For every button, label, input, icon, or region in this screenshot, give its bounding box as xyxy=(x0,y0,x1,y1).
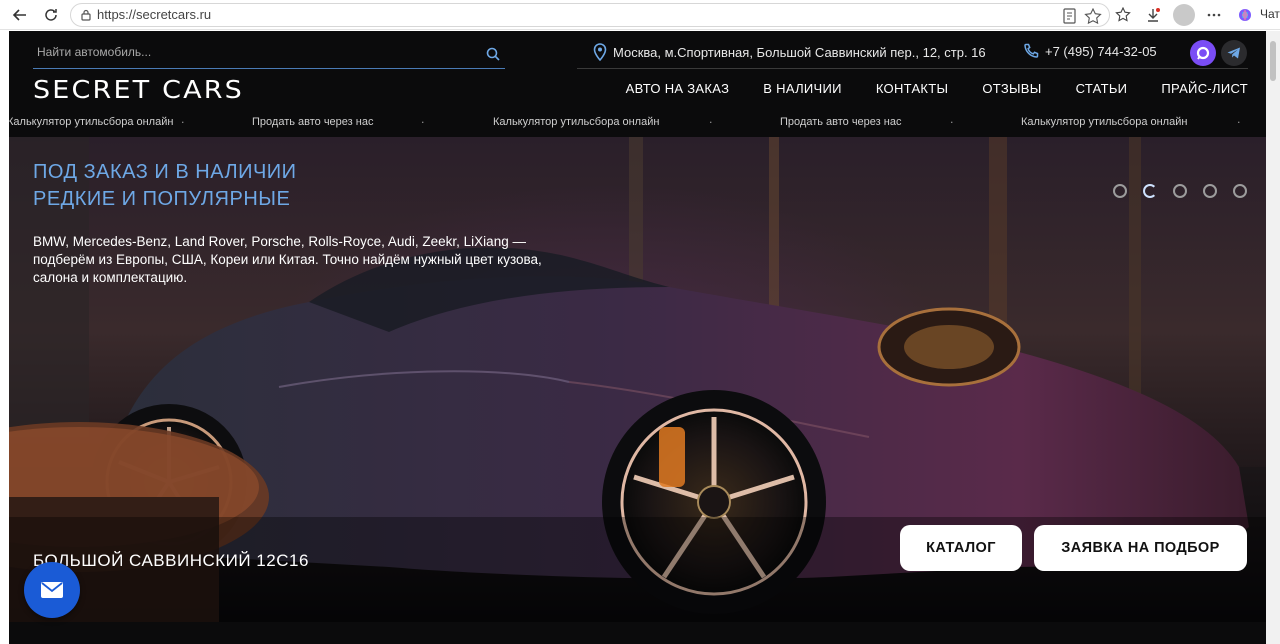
menu-item-reviews[interactable]: ОТЗЫВЫ xyxy=(982,81,1041,96)
lock-icon[interactable] xyxy=(79,8,93,22)
page-scrollbar[interactable] xyxy=(1266,31,1280,644)
phone-number[interactable]: +7 (495) 744-32-05 xyxy=(1045,44,1157,59)
header-phone[interactable]: +7 (495) 744-32-05 xyxy=(1023,43,1157,59)
ticker-separator: · xyxy=(1237,116,1241,129)
header-divider xyxy=(577,68,1248,69)
hero-slider: ПОД ЗАКАЗ И В НАЛИЧИИ РЕДКИЕ И ПОПУЛЯРНЫ… xyxy=(9,137,1266,622)
hero-title-line-2: РЕДКИЕ И ПОПУЛЯРНЫЕ xyxy=(33,188,291,210)
slider-dot[interactable] xyxy=(1233,184,1247,198)
menu-item-price-list[interactable]: ПРАЙС-ЛИСТ xyxy=(1161,81,1248,96)
hero-title: ПОД ЗАКАЗ И В НАЛИЧИИ РЕДКИЕ И ПОПУЛЯРНЫ… xyxy=(33,159,297,213)
telegram-icon[interactable] xyxy=(1221,40,1247,66)
address-bar[interactable]: https://secretcars.ru xyxy=(70,3,1110,27)
url-text[interactable]: https://secretcars.ru xyxy=(97,7,211,22)
menu-item-articles[interactable]: СТАТЬИ xyxy=(1076,81,1128,96)
request-selection-button[interactable]: ЗАЯВКА НА ПОДБОР xyxy=(1034,525,1247,571)
downloads-icon[interactable] xyxy=(1143,5,1163,25)
favorite-star-icon[interactable] xyxy=(1084,8,1102,24)
browser-toolbar: https://secretcars.ru Чат xyxy=(0,0,1280,30)
promo-ticker: Калькулятор утильсбора онлайн · Продать … xyxy=(9,114,1266,136)
slider-dot[interactable] xyxy=(1113,184,1127,198)
reader-view-icon[interactable] xyxy=(1061,8,1079,24)
favorites-icon[interactable] xyxy=(1113,5,1133,25)
scrollbar-thumb[interactable] xyxy=(1270,41,1276,81)
ticker-link[interactable]: Калькулятор утильсбора онлайн xyxy=(1021,116,1187,128)
phone-icon xyxy=(1024,43,1039,58)
catalog-button[interactable]: КАТАЛОГ xyxy=(900,525,1022,571)
reload-icon[interactable] xyxy=(41,5,61,25)
hero-title-line-1: ПОД ЗАКАЗ И В НАЛИЧИИ xyxy=(33,161,297,183)
main-menu: АВТО НА ЗАКАЗ В НАЛИЧИИ КОНТАКТЫ ОТЗЫВЫ … xyxy=(626,81,1248,96)
hero-description: BMW, Mercedes-Benz, Land Rover, Porsche,… xyxy=(33,234,542,285)
envelope-icon xyxy=(41,582,63,598)
search-input[interactable] xyxy=(37,45,457,59)
ticker-separator: · xyxy=(950,116,954,129)
website-page: Москва, м.Спортивная, Большой Саввинский… xyxy=(9,31,1266,644)
more-menu-icon[interactable] xyxy=(1204,5,1224,25)
menu-item-in-stock[interactable]: В НАЛИЧИИ xyxy=(763,81,842,96)
ticker-link[interactable]: Калькулятор утильсбора онлайн xyxy=(9,116,173,128)
car-search[interactable] xyxy=(33,39,505,69)
slider-dot[interactable] xyxy=(1173,184,1187,198)
ticker-link[interactable]: Калькулятор утильсбора онлайн xyxy=(493,116,659,128)
menu-item-order[interactable]: АВТО НА ЗАКАЗ xyxy=(626,81,730,96)
ticker-link[interactable]: Продать авто через нас xyxy=(780,116,901,128)
slider-dot[interactable] xyxy=(1203,184,1217,198)
profile-avatar[interactable] xyxy=(1173,4,1195,26)
menu-item-contacts[interactable]: КОНТАКТЫ xyxy=(876,81,949,96)
copilot-label[interactable]: Чат xyxy=(1260,7,1280,21)
ticker-link[interactable]: Продать авто через нас xyxy=(252,116,373,128)
search-icon[interactable] xyxy=(485,46,501,62)
ticker-separator: · xyxy=(421,116,425,129)
ticker-separator: · xyxy=(709,116,713,129)
copilot-icon[interactable] xyxy=(1235,5,1255,25)
ticker-separator: · xyxy=(181,116,185,129)
showroom-address: БОЛЬШОЙ САВВИНСКИЙ 12С16 xyxy=(33,551,309,570)
site-logo[interactable]: SECRET CARS xyxy=(33,75,244,104)
location-pin-icon xyxy=(593,43,607,61)
slider-dot-active[interactable] xyxy=(1143,184,1157,198)
back-icon[interactable] xyxy=(10,5,30,25)
header-address[interactable]: Москва, м.Спортивная, Большой Саввинский… xyxy=(593,43,986,61)
max-messenger-icon[interactable] xyxy=(1190,40,1216,66)
address-text[interactable]: Москва, м.Спортивная, Большой Саввинский… xyxy=(613,45,986,60)
contact-mail-button[interactable] xyxy=(24,562,80,618)
slider-pagination xyxy=(1113,184,1247,198)
